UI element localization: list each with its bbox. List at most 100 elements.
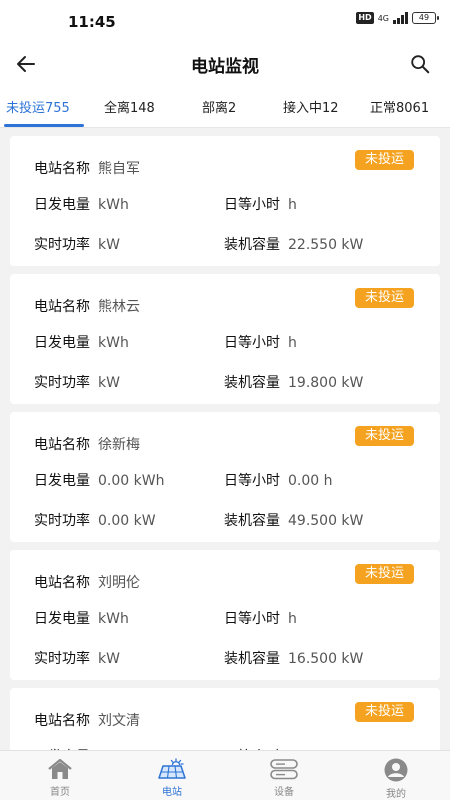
station-name-label: 电站名称 bbox=[34, 161, 90, 177]
daily-hours-label: 日等小时 bbox=[224, 611, 280, 627]
status-time: 11:45 bbox=[68, 13, 116, 31]
bottom-nav: 首页 电站 设备 我的 bbox=[0, 750, 450, 800]
tab-partial-offline[interactable]: 部离2 bbox=[202, 97, 236, 116]
capacity-value: 22.550 kW bbox=[288, 237, 364, 253]
page-title: 电站监视 bbox=[191, 57, 259, 77]
daily-energy-label: 日发电量 bbox=[34, 611, 90, 627]
daily-hours-value: h bbox=[288, 611, 297, 627]
capacity-row: 装机容量 49.500 kW bbox=[224, 510, 363, 530]
status-badge: 未投运 bbox=[354, 288, 414, 308]
capacity-label: 装机容量 bbox=[224, 651, 280, 667]
daily-hours-value: h bbox=[288, 197, 297, 213]
station-name-value: 刘文清 bbox=[98, 713, 140, 729]
daily-hours-row: 日等小时 h bbox=[224, 332, 297, 352]
daily-hours-row: 日等小时 h bbox=[224, 608, 297, 628]
realtime-power-label: 实时功率 bbox=[34, 513, 90, 529]
daily-energy-value: kWh bbox=[98, 611, 129, 627]
daily-energy-row: 日发电量 kWh bbox=[34, 194, 129, 214]
realtime-power-row: 实时功率 kW bbox=[34, 372, 120, 392]
realtime-power-label: 实时功率 bbox=[34, 237, 90, 253]
station-name-row: 电站名称 徐新梅 bbox=[34, 434, 140, 454]
station-card[interactable]: 电站名称 刘明伦 未投运 日发电量 kWh 日等小时 h 实时功率 kW 装机容量 16.… bbox=[10, 550, 440, 680]
daily-energy-label: 日发电量 bbox=[34, 335, 90, 351]
capacity-label: 装机容量 bbox=[224, 375, 280, 391]
nav-station-label: 电站 bbox=[162, 787, 182, 798]
station-list: 电站名称 熊自军 未投运 日发电量 kWh 日等小时 h 实时功率 kW 装机容量 22.… bbox=[0, 128, 450, 750]
daily-hours-label: 日等小时 bbox=[224, 197, 280, 213]
station-name-value: 熊林云 bbox=[98, 299, 140, 315]
station-card[interactable]: 电站名称刘文清 未投运 日发电量kWh 日等小时h bbox=[10, 688, 440, 750]
realtime-power-label: 实时功率 bbox=[34, 651, 90, 667]
capacity-row: 装机容量 19.800 kW bbox=[224, 372, 363, 392]
capacity-value: 16.500 kW bbox=[288, 651, 364, 667]
battery-icon: 49 bbox=[412, 12, 439, 24]
status-badge: 未投运 bbox=[354, 702, 414, 722]
daily-hours-value: h bbox=[288, 335, 297, 351]
daily-hours-row: 日等小时 h bbox=[224, 194, 297, 214]
search-icon bbox=[411, 55, 430, 74]
station-name-row: 电站名称 刘明伦 bbox=[34, 572, 140, 592]
status-icons: HD 4G 49 bbox=[356, 12, 439, 24]
station-name-row: 电站名称 熊林云 bbox=[34, 296, 140, 316]
daily-energy-value: 0.00 kWh bbox=[98, 473, 165, 489]
daily-hours-label: 日等小时 bbox=[224, 473, 280, 489]
daily-energy-row: 日发电量 kWh bbox=[34, 332, 129, 352]
active-tab-indicator bbox=[4, 124, 84, 127]
daily-hours-label: 日等小时 bbox=[224, 335, 280, 351]
daily-energy-label: 日发电量 bbox=[34, 473, 90, 489]
solar-panel-icon bbox=[158, 758, 186, 779]
status-bar: 11:45 HD 4G 49 bbox=[0, 0, 450, 44]
realtime-power-value: kW bbox=[98, 237, 120, 253]
nav-device[interactable]: 设备 bbox=[228, 751, 340, 800]
realtime-power-label: 实时功率 bbox=[34, 375, 90, 391]
daily-energy-label: 日发电量 bbox=[34, 197, 90, 213]
station-card[interactable]: 电站名称 熊自军 未投运 日发电量 kWh 日等小时 h 实时功率 kW 装机容量 22.… bbox=[10, 136, 440, 266]
daily-energy-row: 日发电量 kWh bbox=[34, 608, 129, 628]
search-button[interactable] bbox=[404, 48, 436, 80]
network-type: 4G bbox=[377, 13, 389, 23]
user-icon bbox=[384, 758, 408, 782]
station-name-value: 熊自军 bbox=[98, 161, 140, 177]
home-icon bbox=[48, 758, 72, 779]
capacity-row: 装机容量 16.500 kW bbox=[224, 648, 363, 668]
app-header: 电站监视 bbox=[0, 44, 450, 84]
nav-station[interactable]: 电站 bbox=[116, 751, 228, 800]
tab-not-commissioned[interactable]: 未投运755 bbox=[6, 97, 70, 116]
station-card[interactable]: 电站名称 熊林云 未投运 日发电量 kWh 日等小时 h 实时功率 kW 装机容量 19.… bbox=[10, 274, 440, 404]
station-name-value: 刘明伦 bbox=[98, 575, 140, 591]
station-name-label: 电站名称 bbox=[34, 713, 90, 729]
tab-normal[interactable]: 正常8061 bbox=[370, 97, 429, 116]
realtime-power-value: 0.00 kW bbox=[98, 513, 156, 529]
realtime-power-row: 实时功率 kW bbox=[34, 234, 120, 254]
capacity-value: 19.800 kW bbox=[288, 375, 364, 391]
station-name-value: 徐新梅 bbox=[98, 437, 140, 453]
daily-energy-value: kWh bbox=[98, 335, 129, 351]
hd-icon: HD bbox=[356, 12, 374, 24]
station-name-label: 电站名称 bbox=[34, 299, 90, 315]
tab-all-offline[interactable]: 全离148 bbox=[104, 97, 155, 116]
nav-home[interactable]: 首页 bbox=[4, 751, 116, 800]
status-badge: 未投运 bbox=[354, 564, 414, 584]
station-name-row: 电站名称 刘文清 bbox=[34, 710, 140, 730]
realtime-power-value: kW bbox=[98, 651, 120, 667]
tab-connecting[interactable]: 接入中12 bbox=[283, 97, 339, 116]
capacity-row: 装机容量 22.550 kW bbox=[224, 234, 363, 254]
station-name-label: 电站名称 bbox=[34, 575, 90, 591]
signal-icon bbox=[393, 12, 408, 24]
capacity-value: 49.500 kW bbox=[288, 513, 364, 529]
realtime-power-row: 实时功率 kW bbox=[34, 648, 120, 668]
capacity-label: 装机容量 bbox=[224, 237, 280, 253]
nav-mine-label: 我的 bbox=[386, 789, 406, 800]
device-icon bbox=[270, 759, 298, 780]
daily-energy-row: 日发电量 0.00 kWh bbox=[34, 470, 164, 490]
station-name-row: 电站名称 熊自军 bbox=[34, 158, 140, 178]
nav-mine[interactable]: 我的 bbox=[340, 751, 450, 800]
station-card[interactable]: 电站名称 徐新梅 未投运 日发电量 0.00 kWh 日等小时 0.00 h 实时功率… bbox=[10, 412, 440, 542]
status-tabs: 未投运755 全离148 部离2 接入中12 正常8061 bbox=[0, 84, 450, 128]
nav-home-label: 首页 bbox=[50, 787, 70, 798]
capacity-label: 装机容量 bbox=[224, 513, 280, 529]
station-name-label: 电站名称 bbox=[34, 437, 90, 453]
daily-hours-value: 0.00 h bbox=[288, 473, 333, 489]
status-badge: 未投运 bbox=[354, 426, 414, 446]
realtime-power-row: 实时功率 0.00 kW bbox=[34, 510, 156, 530]
